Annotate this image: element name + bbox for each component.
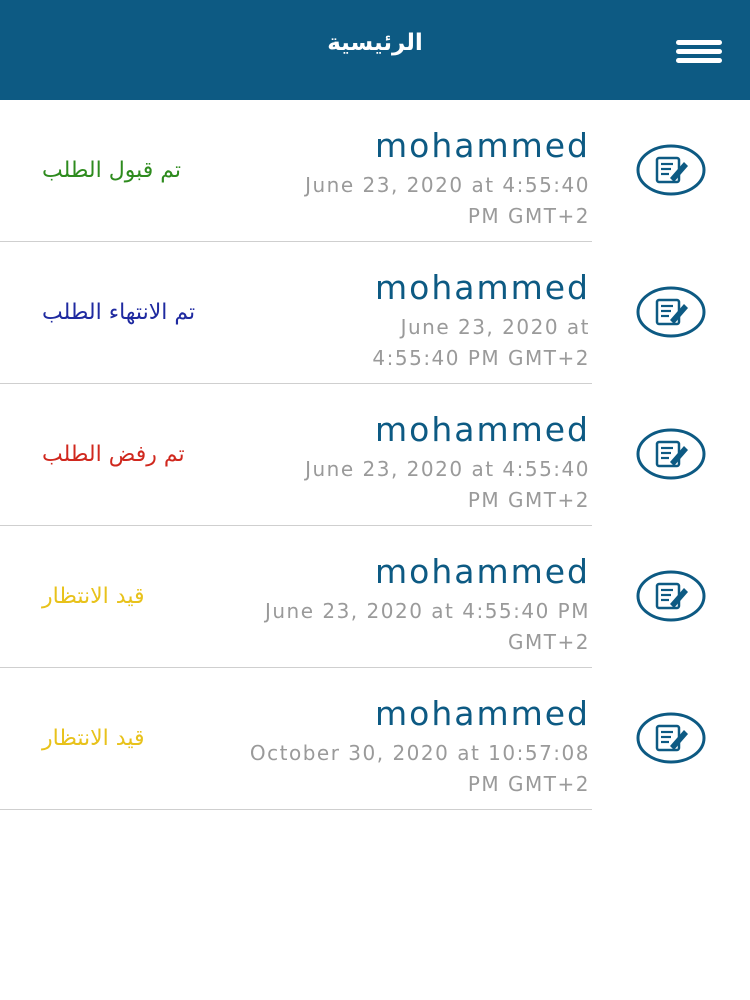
hamburger-menu-icon[interactable] bbox=[672, 34, 726, 70]
request-user-name: mohammed bbox=[374, 552, 590, 591]
request-date-line: June 23, 2020 at 4:55:40 bbox=[305, 173, 590, 197]
request-date: October 30, 2020 at 10:57:08 PM GMT+2 bbox=[250, 738, 590, 800]
request-user-name: mohammed bbox=[374, 410, 590, 449]
request-row[interactable]: قيد الانتظار mohammed October 30, 2020 a… bbox=[0, 668, 750, 810]
edit-document-icon[interactable] bbox=[636, 570, 706, 622]
request-row[interactable]: قيد الانتظار mohammed June 23, 2020 at 4… bbox=[0, 526, 750, 668]
requests-list: تم قبول الطلب mohammed June 23, 2020 at … bbox=[0, 100, 750, 810]
request-status: قيد الانتظار bbox=[42, 584, 145, 609]
request-date-line: PM GMT+2 bbox=[467, 204, 590, 228]
app-screen: الرئيسية تم قبول الطلب mohammed June 23,… bbox=[0, 0, 750, 1000]
menu-line bbox=[676, 40, 722, 45]
request-date: June 23, 2020 at 4:55:40 PM GMT+2 bbox=[265, 596, 590, 658]
request-date-line: June 23, 2020 at bbox=[400, 315, 590, 339]
request-row[interactable]: تم الانتهاء الطلب mohammed June 23, 2020… bbox=[0, 242, 750, 384]
request-date-line: June 23, 2020 at 4:55:40 PM bbox=[264, 599, 590, 623]
edit-document-icon[interactable] bbox=[636, 144, 706, 196]
request-date: June 23, 2020 at 4:55:40 PM GMT+2 bbox=[305, 170, 590, 232]
request-date: June 23, 2020 at 4:55:40 PM GMT+2 bbox=[305, 454, 590, 516]
request-user-name: mohammed bbox=[374, 694, 590, 733]
request-row[interactable]: تم رفض الطلب mohammed June 23, 2020 at 4… bbox=[0, 384, 750, 526]
request-date-line: October 30, 2020 at 10:57:08 bbox=[249, 741, 590, 765]
edit-document-icon[interactable] bbox=[636, 286, 706, 338]
request-user-name: mohammed bbox=[374, 268, 590, 307]
request-date-line: 4:55:40 PM GMT+2 bbox=[372, 346, 590, 370]
edit-document-icon[interactable] bbox=[636, 712, 706, 764]
edit-document-icon[interactable] bbox=[636, 428, 706, 480]
request-date-line: GMT+2 bbox=[508, 630, 590, 654]
menu-line bbox=[676, 49, 722, 54]
request-user-name: mohammed bbox=[374, 126, 590, 165]
row-divider bbox=[0, 809, 592, 810]
request-status: تم قبول الطلب bbox=[42, 158, 182, 183]
request-date-line: PM GMT+2 bbox=[467, 772, 590, 796]
request-status: تم رفض الطلب bbox=[42, 442, 185, 467]
request-date-line: PM GMT+2 bbox=[467, 488, 590, 512]
request-status: قيد الانتظار bbox=[42, 726, 145, 751]
menu-line bbox=[676, 58, 722, 63]
page-title: الرئيسية bbox=[327, 30, 423, 56]
request-row[interactable]: تم قبول الطلب mohammed June 23, 2020 at … bbox=[0, 100, 750, 242]
request-date: June 23, 2020 at 4:55:40 PM GMT+2 bbox=[372, 312, 590, 374]
request-date-line: June 23, 2020 at 4:55:40 bbox=[305, 457, 590, 481]
request-status: تم الانتهاء الطلب bbox=[42, 300, 196, 325]
top-app-bar: الرئيسية bbox=[0, 0, 750, 100]
